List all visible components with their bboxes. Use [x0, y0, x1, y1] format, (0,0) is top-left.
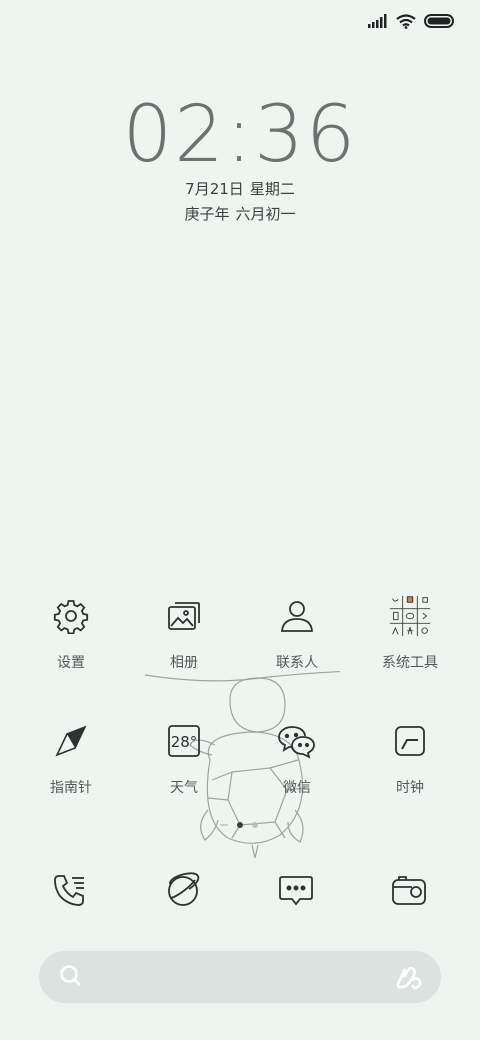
gear-icon [53, 600, 89, 634]
app-label: 天气 [170, 780, 198, 796]
dock-phone[interactable] [48, 868, 92, 912]
lunar-year: 庚子年 [184, 205, 230, 223]
lunar-date-line: 庚子年 六月初一 [0, 203, 480, 224]
date: 7月21日 [185, 180, 244, 198]
dock-messages[interactable] [274, 868, 318, 912]
dock-camera[interactable] [387, 868, 431, 912]
phone-icon [54, 875, 84, 906]
app-weather[interactable]: 28° 天气 [129, 719, 239, 797]
wechat-icon [278, 726, 315, 759]
feed-indicator [220, 824, 228, 826]
app-label: 时钟 [396, 780, 424, 796]
gallery-icon [168, 602, 200, 630]
date-line: 7月21日 星期二 [0, 178, 480, 199]
messages-icon [279, 876, 313, 906]
app-label: 相册 [170, 655, 198, 671]
app-label: 系统工具 [382, 655, 438, 671]
app-label: 设置 [57, 655, 85, 671]
browser-icon [168, 872, 200, 906]
app-contacts[interactable]: 联系人 [242, 594, 352, 672]
page-dot[interactable] [252, 822, 258, 828]
weather-icon: 28° [168, 725, 200, 757]
lunar-day: 六月初一 [235, 205, 296, 223]
camera-icon [392, 876, 426, 905]
battery-icon [424, 14, 454, 28]
search-bar[interactable] [39, 951, 441, 1003]
tools-folder-icon [389, 595, 431, 637]
assistant-icon[interactable] [395, 963, 423, 991]
lockscreen-clock: 02:36 [122, 90, 358, 180]
app-label: 指南针 [50, 780, 92, 796]
app-label: 微信 [283, 780, 311, 796]
weekday: 星期二 [249, 180, 295, 198]
wifi-icon [396, 13, 416, 29]
app-compass[interactable]: 指南针 [16, 719, 126, 797]
folder-system-tools[interactable]: 系统工具 [355, 594, 465, 672]
weather-badge: 28° [171, 733, 198, 751]
dock-browser[interactable] [161, 868, 205, 912]
page-dot-active[interactable] [237, 822, 243, 828]
status-bar [368, 10, 454, 32]
app-gallery[interactable]: 相册 [129, 594, 239, 672]
compass-icon [55, 725, 87, 757]
page-indicator [220, 822, 258, 828]
app-wechat[interactable]: 微信 [242, 719, 352, 797]
person-icon [281, 601, 313, 632]
clock-icon [395, 726, 425, 756]
app-settings[interactable]: 设置 [16, 594, 126, 672]
search-icon [60, 965, 81, 986]
app-label: 联系人 [276, 655, 318, 671]
signal-bars-icon [368, 14, 387, 28]
app-clock[interactable]: 时钟 [355, 719, 465, 797]
